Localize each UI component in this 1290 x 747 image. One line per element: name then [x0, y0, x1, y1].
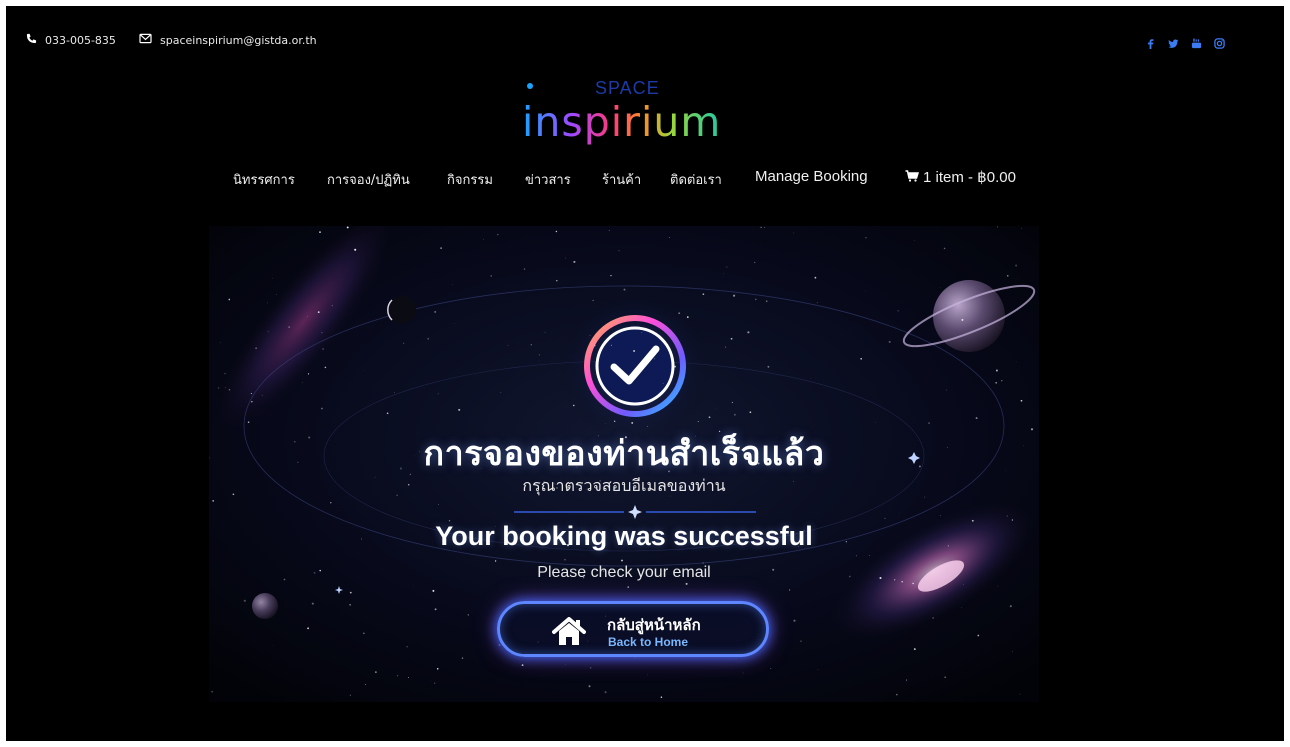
space-inspirium-logo[interactable]: SPACE inspirium — [519, 72, 759, 152]
email-address: spaceinspirium@gistda.or.th — [160, 33, 317, 47]
booking-success-banner: การจองของท่านสำเร็จแล้ว กรุณาตรวจสอบอีเม… — [209, 226, 1039, 702]
back-to-home-button[interactable]: กลับสู่หน้าหลัก Back to Home — [497, 601, 769, 657]
success-title-english: Your booking was successful — [435, 521, 813, 551]
nav-item-activities[interactable]: กิจกรรม — [447, 169, 493, 190]
nav-item-manage-booking[interactable]: Manage Booking — [755, 168, 868, 185]
page-frame: 033-005-835 spaceinspirium@gistda.or.th — [6, 6, 1284, 741]
check-email-thai: กรุณาตรวจสอบอีเมลของท่าน — [522, 476, 726, 495]
main-navigation: นิทรรศการ การจอง/ปฏิทิน กิจกรรม ข่าวสาร … — [6, 168, 1284, 190]
nav-item-contact[interactable]: ติดต่อเรา — [670, 169, 722, 190]
phone-number: 033-005-835 — [45, 33, 116, 47]
social-links — [1145, 34, 1225, 49]
shopping-cart-icon — [905, 169, 920, 186]
back-to-home-label-thai: กลับสู่หน้าหลัก — [607, 616, 701, 634]
email-contact[interactable]: spaceinspirium@gistda.or.th — [139, 33, 317, 47]
phone-contact[interactable]: 033-005-835 — [26, 33, 116, 47]
nav-item-shop[interactable]: ร้านค้า — [602, 169, 641, 190]
home-icon — [552, 617, 586, 651]
cart-link[interactable]: 1 item - ฿0.00 — [905, 168, 1016, 186]
envelope-icon — [139, 33, 152, 47]
nav-item-news[interactable]: ข่าวสาร — [525, 169, 571, 190]
success-title-thai: การจองของท่านสำเร็จแล้ว — [423, 434, 825, 474]
cart-summary: 1 item - ฿0.00 — [923, 169, 1016, 186]
twitter-icon[interactable] — [1168, 34, 1179, 48]
back-to-home-label-english: Back to Home — [608, 635, 689, 649]
phone-icon — [26, 33, 37, 47]
nav-item-exhibition[interactable]: นิทรรศการ — [233, 169, 295, 190]
logo-main-text: inspirium — [522, 98, 721, 146]
nav-item-booking-calendar[interactable]: การจอง/ปฏิทิน — [327, 169, 410, 190]
youtube-icon[interactable] — [1191, 34, 1202, 49]
instagram-icon[interactable] — [1214, 34, 1225, 49]
logo-space-text: SPACE — [595, 78, 660, 98]
check-email-english: Please check your email — [537, 564, 711, 581]
facebook-icon[interactable] — [1145, 34, 1156, 49]
